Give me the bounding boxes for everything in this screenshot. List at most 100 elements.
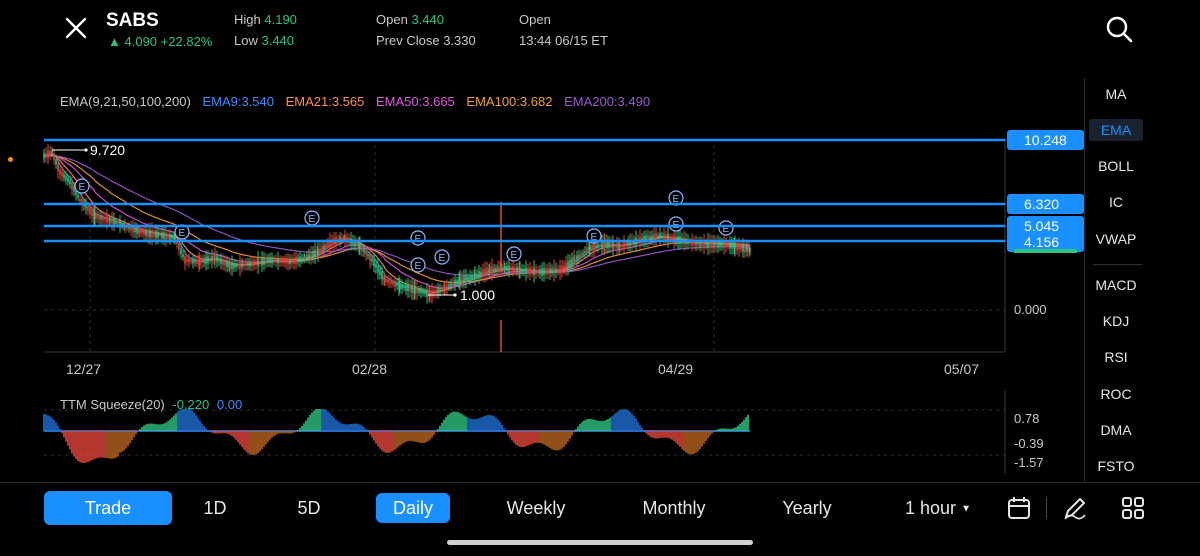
candle-body <box>159 233 161 237</box>
candle-body <box>424 291 426 295</box>
overlay-vwap[interactable]: VWAP <box>1085 231 1147 247</box>
candle-body <box>651 235 653 240</box>
earnings-event-marker[interactable]: E <box>718 220 734 236</box>
indicator-macd[interactable]: MACD <box>1085 277 1147 293</box>
tab-monthly[interactable]: Monthly <box>630 491 718 525</box>
squeeze-title: TTM Squeeze(20) <box>60 397 165 412</box>
candle-body <box>610 242 612 248</box>
candle-body <box>729 242 731 249</box>
candle-body <box>77 194 79 198</box>
grid-icon[interactable] <box>1120 495 1146 521</box>
earnings-event-marker[interactable]: E <box>410 230 426 246</box>
earnings-event-marker[interactable]: E <box>434 249 450 265</box>
candle-body <box>263 257 265 265</box>
ema-line <box>43 154 751 289</box>
candle-body <box>574 258 576 262</box>
candle-body <box>141 231 143 234</box>
candle-body <box>665 235 667 240</box>
candle-body <box>537 270 539 274</box>
tab-5d[interactable]: 5D <box>284 491 334 525</box>
candle-body <box>608 241 610 248</box>
candle-body <box>727 243 729 247</box>
candle-body <box>301 257 303 261</box>
indicator-kdj[interactable]: KDJ <box>1085 313 1147 329</box>
price-levels[interactable]: 10.248 6.320 5.0454.156 <box>44 130 1084 253</box>
candle-body <box>91 209 93 217</box>
earnings-event-marker[interactable]: E <box>74 178 90 194</box>
candle-body <box>746 246 748 252</box>
candle-body <box>738 243 740 251</box>
candle-body <box>361 245 363 252</box>
indicator-rsi[interactable]: RSI <box>1085 349 1147 365</box>
candle-body <box>269 257 271 263</box>
tab-yearly[interactable]: Yearly <box>770 491 844 525</box>
overlay-ic[interactable]: IC <box>1085 194 1147 210</box>
tab-1d[interactable]: 1D <box>190 491 240 525</box>
candle-body <box>459 276 461 284</box>
tab-daily[interactable]: Daily <box>376 493 450 523</box>
candle-body <box>591 244 593 251</box>
candle-body <box>669 236 671 240</box>
candle-body <box>143 230 145 235</box>
price-chart[interactable]: 9.720 1.000 EEEEEEEEEEE 10.2486.3205.045… <box>0 120 1084 482</box>
indicator-fsto[interactable]: FSTO <box>1085 458 1147 474</box>
candle-body <box>619 244 621 248</box>
price-level-label: 6.320 <box>1024 196 1059 212</box>
candle-body <box>57 163 59 171</box>
candle-body <box>293 258 295 264</box>
calendar-icon[interactable] <box>1006 495 1032 521</box>
candle-body <box>543 268 545 276</box>
candle-body <box>539 269 541 275</box>
candle-body <box>96 214 98 219</box>
candle-body <box>742 244 744 252</box>
candle-body <box>151 229 153 238</box>
candle-body <box>593 243 595 251</box>
squeeze-value-2: 0.00 <box>216 397 243 412</box>
candle-body <box>405 284 407 291</box>
ema9-value: EMA9:3.540 <box>202 94 274 109</box>
squeeze-axis-1: 0.78 <box>1014 411 1039 426</box>
candle-body <box>384 277 386 283</box>
candle-body <box>196 259 198 264</box>
candle-body <box>506 265 508 271</box>
overlay-ma[interactable]: MA <box>1085 86 1147 102</box>
candle-body <box>171 235 173 239</box>
candle-body <box>435 289 437 294</box>
search-icon[interactable] <box>1104 14 1134 44</box>
candle-body <box>407 284 409 292</box>
earnings-event-marker[interactable]: E <box>506 246 522 262</box>
candle-body <box>394 281 396 287</box>
earnings-event-marker[interactable]: E <box>410 257 426 273</box>
candle-body <box>139 230 141 234</box>
earnings-event-marker[interactable]: E <box>304 210 320 226</box>
candle-body <box>257 258 259 267</box>
candle-body <box>63 174 65 178</box>
candle-body <box>471 274 473 279</box>
menu-divider <box>1093 264 1143 265</box>
candle-body <box>174 235 176 241</box>
close-icon[interactable] <box>62 14 90 42</box>
tab-weekly[interactable]: Weekly <box>494 491 578 525</box>
interval-dropdown[interactable]: 1 hour ▼ <box>896 491 980 525</box>
indicator-roc[interactable]: ROC <box>1085 386 1147 402</box>
candle-body <box>478 271 480 278</box>
stat-low: Low 3.440 <box>234 33 295 48</box>
candle-body <box>414 286 416 294</box>
candle-body <box>381 271 383 280</box>
candle-body <box>616 242 618 249</box>
candle-body <box>531 269 533 273</box>
overlay-boll[interactable]: BOLL <box>1085 158 1147 174</box>
low-label: 1.000 <box>460 287 495 303</box>
earnings-event-marker[interactable]: E <box>668 216 684 232</box>
candle-body <box>224 261 226 266</box>
candle-body <box>697 242 699 246</box>
candle-body <box>251 261 253 267</box>
trade-button[interactable]: Trade <box>44 491 172 525</box>
pen-icon[interactable] <box>1062 495 1088 521</box>
overlay-ema[interactable]: EMA <box>1089 119 1143 141</box>
candle-body <box>661 235 663 238</box>
candle-body <box>323 245 325 250</box>
candle-body <box>469 275 471 280</box>
candle-body <box>365 251 367 255</box>
indicator-dma[interactable]: DMA <box>1085 422 1147 438</box>
